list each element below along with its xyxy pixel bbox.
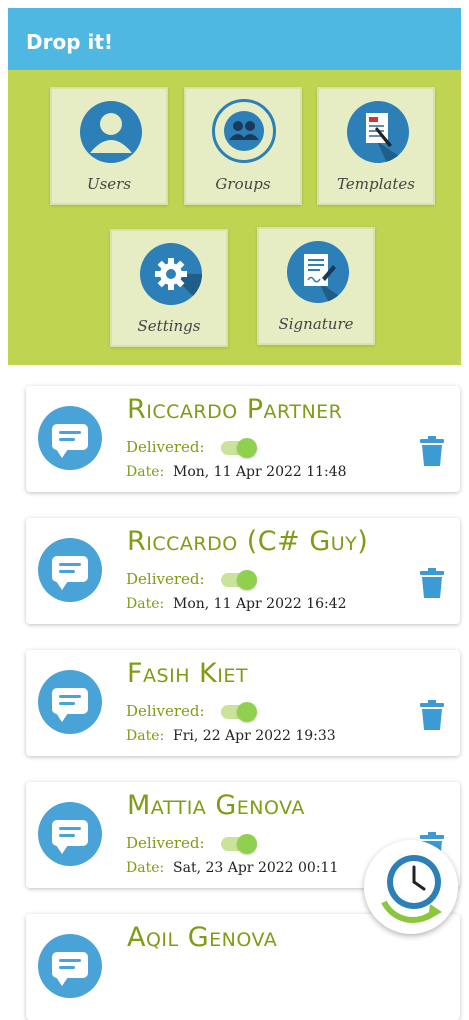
signature-icon: [287, 241, 349, 303]
app-bar: Drop it!: [8, 8, 461, 70]
date-label: Date:: [126, 728, 165, 744]
recipient-name: Riccardo Partner: [127, 394, 343, 425]
users-label: Users: [86, 175, 132, 193]
signature-tile[interactable]: Signature: [257, 227, 375, 345]
message-card[interactable]: Fasih Kiet Delivered: Date: Fri, 22 Apr …: [26, 650, 460, 756]
document-icon: [347, 101, 409, 163]
recipient-name: Riccardo (C# Guy): [127, 526, 369, 557]
delivered-toggle[interactable]: [221, 570, 257, 590]
groups-tile[interactable]: Groups: [184, 87, 302, 205]
delivered-label: Delivered:: [126, 438, 205, 456]
delivered-toggle[interactable]: [221, 438, 257, 458]
menu-panel: Users Groups Templates Settings Signatur…: [8, 70, 461, 365]
recipient-name: Mattia Genova: [127, 790, 305, 821]
delivered-label: Delivered:: [126, 834, 205, 852]
trash-icon[interactable]: [420, 436, 444, 466]
users-tile[interactable]: Users: [50, 87, 168, 205]
settings-tile[interactable]: Settings: [110, 229, 228, 347]
groups-label: Groups: [215, 175, 271, 193]
date-value: Mon, 11 Apr 2022 16:42: [173, 596, 347, 612]
settings-label: Settings: [137, 317, 201, 335]
date-label: Date:: [126, 860, 165, 876]
date-label: Date:: [126, 596, 165, 612]
trash-icon[interactable]: [420, 700, 444, 730]
message-icon: [38, 538, 102, 602]
message-icon: [38, 670, 102, 734]
gear-icon: [140, 243, 202, 305]
delivered-label: Delivered:: [126, 570, 205, 588]
user-icon: [80, 101, 142, 163]
message-card[interactable]: Riccardo (C# Guy) Delivered: Date: Mon, …: [26, 518, 460, 624]
delivered-toggle[interactable]: [221, 834, 257, 854]
date-value: Sat, 23 Apr 2022 00:11: [173, 860, 339, 876]
groups-icon: [212, 99, 276, 163]
clock-icon: [381, 855, 442, 924]
templates-tile[interactable]: Templates: [317, 87, 435, 205]
signature-label: Signature: [278, 315, 354, 333]
recipient-name: Fasih Kiet: [127, 658, 248, 689]
date-value: Fri, 22 Apr 2022 19:33: [173, 728, 336, 744]
message-card[interactable]: Riccardo Partner Delivered: Date: Mon, 1…: [26, 386, 460, 492]
message-icon: [38, 802, 102, 866]
delivered-label: Delivered:: [126, 702, 205, 720]
date-value: Mon, 11 Apr 2022 11:48: [173, 464, 347, 480]
templates-label: Templates: [337, 175, 415, 193]
trash-icon[interactable]: [420, 568, 444, 598]
recipient-name: Aqil Genova: [127, 922, 278, 953]
app-title: Drop it!: [26, 30, 114, 54]
message-icon: [38, 406, 102, 470]
schedule-fab[interactable]: [364, 840, 458, 934]
date-label: Date:: [126, 464, 165, 480]
message-icon: [38, 934, 102, 998]
delivered-toggle[interactable]: [221, 702, 257, 722]
